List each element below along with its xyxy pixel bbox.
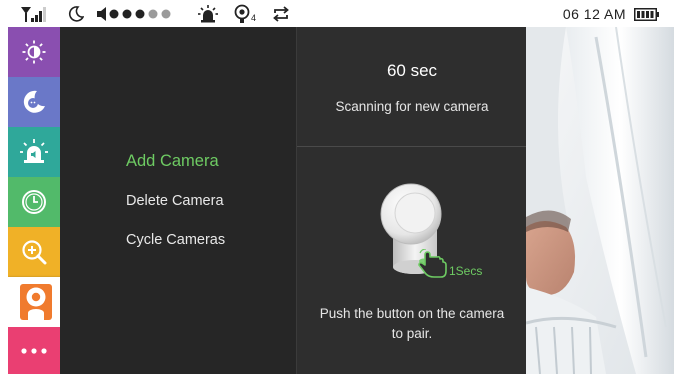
countdown-timer: 60 sec [386, 61, 438, 80]
press-hand-icon [418, 249, 447, 278]
sidebar-item-more[interactable] [8, 327, 60, 374]
alarm-icon [20, 139, 48, 163]
sidebar-item-alarm[interactable] [8, 127, 60, 177]
press-duration: 1Secs [449, 264, 483, 278]
temperature-sensor-icon: 4 [234, 1, 256, 27]
menu-item-delete-camera[interactable]: Delete Camera [126, 193, 224, 209]
clock-time: 06 12 AM [562, 6, 626, 22]
menu-item-cycle-cameras[interactable]: Cycle Cameras [126, 232, 225, 248]
pairing-panel: 60 sec Scanning for new camera 1Secs Pus… [296, 27, 527, 374]
brightness-icon [22, 40, 46, 64]
cycle-icon [272, 1, 290, 27]
volume-level-icon [96, 1, 182, 27]
sidebar-item-camera[interactable] [8, 277, 64, 327]
zoom-in-icon [22, 240, 47, 265]
scanning-status: Scanning for new camera [335, 99, 489, 114]
camera-icon [20, 284, 52, 320]
moon-icon [68, 1, 84, 27]
sidebar [8, 27, 64, 374]
temperature-sensor-sub: 4 [251, 13, 257, 23]
sidebar-item-zoom[interactable] [8, 227, 60, 277]
signal-icon [20, 1, 48, 27]
menu-item-add-camera[interactable]: Add Camera [126, 152, 219, 171]
battery-icon [634, 8, 660, 21]
alarm-light-icon [198, 1, 218, 27]
pair-instruction: Push the button on the camera to pair. [319, 306, 505, 341]
panel-divider [297, 146, 527, 147]
sidebar-item-clock[interactable] [8, 177, 60, 227]
sidebar-item-brightness[interactable] [8, 27, 60, 77]
baby-photo [526, 27, 674, 374]
more-icon [21, 347, 47, 354]
night-mode-icon [23, 90, 45, 113]
camera-menu: Add Camera Delete Camera Cycle Cameras [60, 27, 296, 374]
sidebar-item-night-mode[interactable] [8, 77, 60, 127]
status-bar: 4 06 12 AM [8, 1, 674, 27]
clock-icon [22, 190, 46, 214]
app-frame: 4 06 12 AM Add Camera Delete Camera Cycl… [8, 1, 674, 374]
